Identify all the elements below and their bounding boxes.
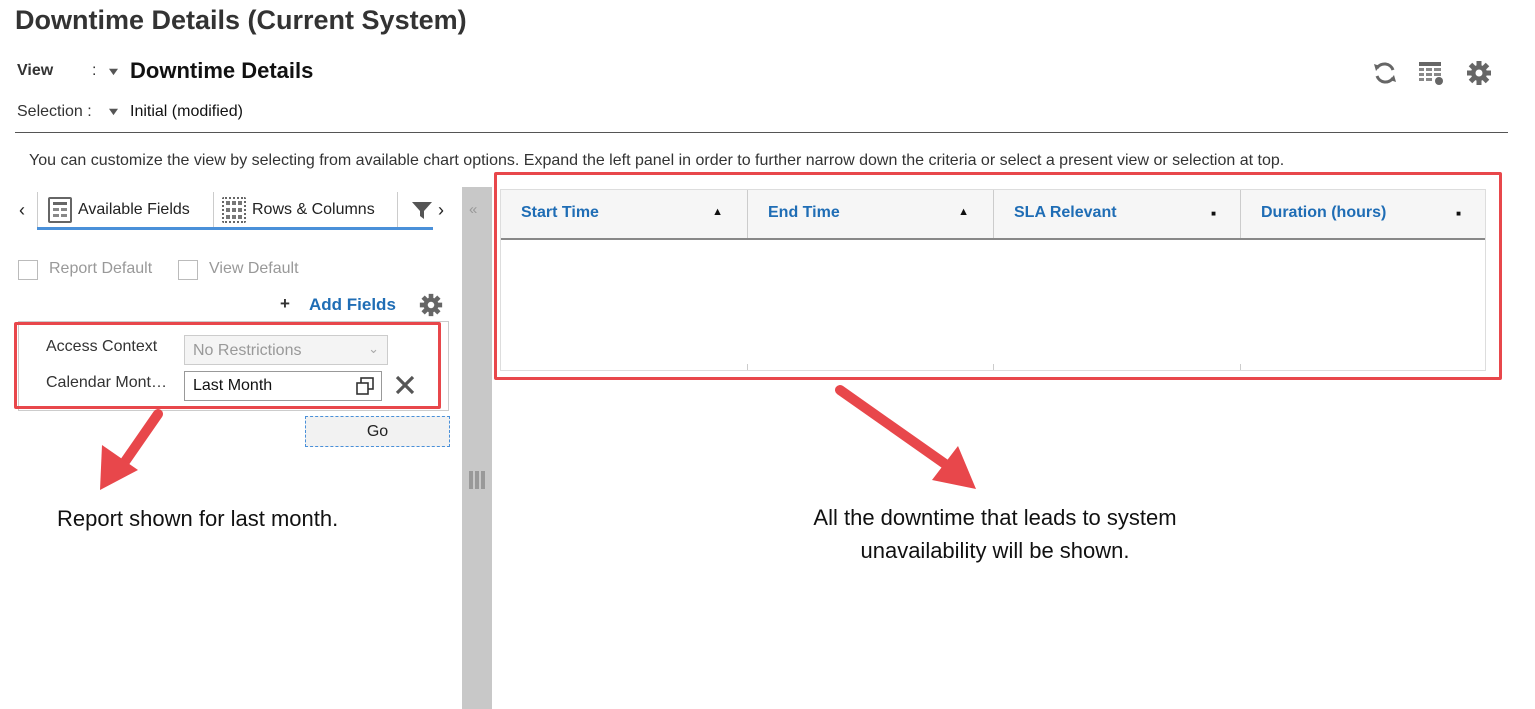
annotation-arrow-left-shaft <box>117 409 163 471</box>
annotation-arrows <box>100 385 976 490</box>
annotation-text-right-line1: All the downtime that leads to system <box>813 505 1177 530</box>
annotation-arrow-right-head <box>932 446 976 489</box>
annotation-text-right-line2: unavailability will be shown. <box>860 538 1130 563</box>
annotation-text-left: Report shown for last month. <box>57 506 339 531</box>
annotation-arrow-right-shaft <box>835 385 953 471</box>
